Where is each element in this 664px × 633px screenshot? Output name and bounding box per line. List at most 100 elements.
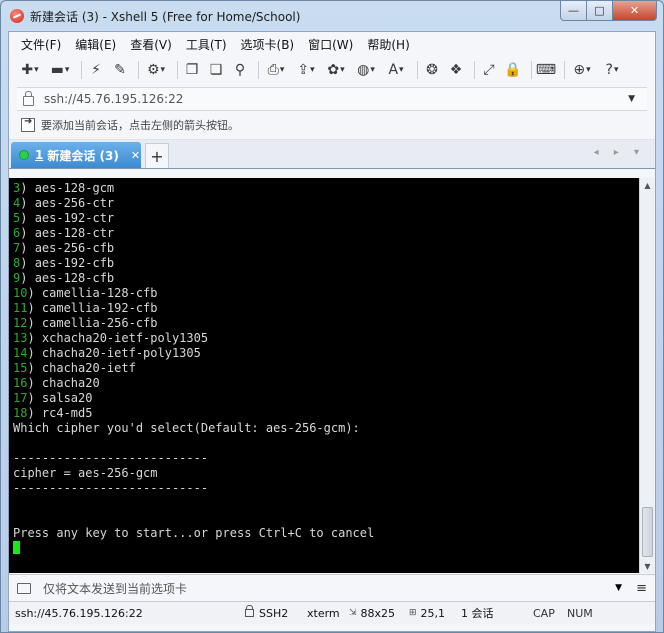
selected-cipher-line: cipher = aes-256-gcm [13,466,640,481]
compose-bar: 仅将文本发送到当前选项卡 ▼ ≡ [9,574,655,601]
menu-window[interactable]: 窗口(W) [308,36,353,53]
toolbar-divider [417,61,418,79]
terminal-lines: 3) aes-128-gcm 4) aes-256-ctr 5) aes-192-c… [9,178,640,556]
cipher-option-number: 6 [13,226,21,240]
cipher-option-name: chacha20-ietf-poly1305 [41,346,201,360]
lock-icon [23,91,34,106]
cipher-option-line: 4) aes-256-ctr [13,196,115,210]
minimize-button[interactable]: — [560,1,587,21]
fullscreen-icon[interactable]: ⤢ [479,60,499,80]
paste-icon[interactable]: ❏ [206,60,226,80]
scheme-icon[interactable]: ✿ [323,60,349,80]
cipher-option-number: 14 [13,346,28,360]
xagent-icon[interactable]: ❖ [446,60,466,80]
xshell-window: 新建会话 (3) - Xshell 5 (Free for Home/Schoo… [0,0,664,633]
disconnect-icon[interactable]: ✎ [110,60,130,80]
cipher-option-number: 11 [13,301,28,315]
cipher-option-line: 5) aes-192-ctr [13,211,115,225]
terminal-output[interactable]: 3) aes-128-gcm 4) aes-256-ctr 5) aes-192-c… [9,178,640,573]
cipher-option-name: chacha20 [41,376,100,390]
session-hint-bar: 要添加当前会话，点击左侧的箭头按钮。 [9,111,655,140]
address-bar[interactable]: ssh://45.76.195.126:22 ▼ [17,87,647,111]
title-bar[interactable]: 新建会话 (3) - Xshell 5 (Free for Home/Schoo… [1,1,663,31]
lock-screen-icon[interactable]: 🔒 [503,60,523,80]
cipher-option-name: chacha20-ietf [41,361,136,375]
menu-bar: 文件(F) 编辑(E) 查看(V) 工具(T) 选项卡(B) 窗口(W) 帮助(… [9,32,655,56]
cipher-option-number: 16 [13,376,28,390]
scrollbar-thumb[interactable] [642,507,653,557]
menu-view[interactable]: 查看(V) [130,36,172,53]
print-icon[interactable]: ⎙ [263,60,289,80]
add-tab-button[interactable]: + [145,143,169,168]
scroll-down-icon[interactable]: ▼ [640,559,655,573]
transfer-icon[interactable]: ⇪ [293,60,319,80]
chevron-down-icon[interactable]: ▼ [615,583,622,593]
properties-icon[interactable]: ⚙ [143,60,169,80]
cipher-option-name: aes-128-cfb [34,271,115,285]
cipher-option-line: 12) camellia-256-cfb [13,316,158,330]
cipher-option-number: 10 [13,286,28,300]
cipher-option-number: 3 [13,181,21,195]
cipher-option-number: 8 [13,256,21,270]
tab-number: 1 [35,148,44,162]
compose-input[interactable]: 仅将文本发送到当前选项卡 [43,580,615,597]
menu-file[interactable]: 文件(F) [21,36,61,53]
menu-help[interactable]: 帮助(H) [367,36,409,53]
address-input[interactable]: ssh://45.76.195.126:22 [44,92,628,106]
tab-navigation-icons[interactable]: ◂ ▸ ▾ [594,147,645,158]
tab-close-icon[interactable]: ✕ [131,149,140,162]
help-icon[interactable]: ? [599,60,625,80]
status-caps: CAP [533,606,555,620]
status-terminal-type: xterm [307,606,340,620]
terminal-scrollbar[interactable]: ▲ ▼ [639,178,655,573]
cipher-option-name: salsa20 [41,391,93,405]
reconnect-icon[interactable]: ⚡ [86,60,106,80]
add-session-arrow-icon[interactable] [21,116,35,132]
tab-bar: 1 新建会话 (3) ✕ + ◂ ▸ ▾ [9,140,655,169]
font-icon[interactable]: A [383,60,409,80]
menu-edit[interactable]: 编辑(E) [75,36,116,53]
find-icon[interactable]: ⚲ [230,60,250,80]
close-button[interactable]: ✕ [613,1,657,21]
press-key-line: Press any key to start...or press Ctrl+C… [13,526,640,541]
cipher-option-line: 7) aes-256-cfb [13,241,115,255]
compose-keyboard-icon [17,582,31,594]
tab-session-1[interactable]: 1 新建会话 (3) ✕ [11,142,141,168]
menu-tools[interactable]: 工具(T) [186,36,227,53]
cipher-option-line: 6) aes-128-ctr [13,226,115,240]
separator-line: --------------------------- [13,481,640,496]
maximize-button[interactable]: □ [587,1,613,21]
cipher-option-name: aes-256-cfb [34,241,115,255]
cipher-option-number: 12 [13,316,28,330]
copy-icon[interactable]: ❐ [182,60,202,80]
cipher-option-name: camellia-256-cfb [41,316,158,330]
xshell-logo-icon [10,9,24,23]
cipher-option-name: aes-128-gcm [34,181,115,195]
open-folder-icon[interactable]: ▬ [47,60,73,80]
xftp-icon[interactable]: ❂ [422,60,442,80]
status-cursor: ⊞ 25,1 [409,607,461,620]
cipher-option-line: 10) camellia-128-cfb [13,286,158,300]
new-tab-icon[interactable]: ⊕ [569,60,595,80]
separator-text: --------------------------- [13,451,209,465]
keyboard-icon[interactable]: ⌨ [536,60,556,80]
scroll-up-icon[interactable]: ▲ [640,178,655,192]
cipher-option-line: 14) chacha20-ietf-poly1305 [13,346,201,360]
tab-label: 新建会话 (3) [47,148,119,163]
chevron-down-icon[interactable]: ▼ [628,94,635,104]
cursor-line [13,541,640,556]
cipher-prompt-line: Which cipher you'd select(Default: aes-2… [13,421,640,436]
cipher-option-line: 3) aes-128-gcm [13,181,115,195]
new-session-icon[interactable]: ✚ [17,60,43,80]
cipher-option-name: camellia-192-cfb [41,301,158,315]
status-bar: ssh://45.76.195.126:22 SSH2 xterm ⇲ 88x2… [9,601,655,624]
menu-tabs[interactable]: 选项卡(B) [241,36,295,53]
cipher-option-number: 7 [13,241,21,255]
window-controls: — □ ✕ [560,1,657,21]
cipher-option-line: 18) rc4-md5 [13,406,93,420]
encoding-globe-icon[interactable]: ◍ [353,60,379,80]
toolbar-divider [531,61,532,79]
cipher-option-number: 17 [13,391,28,405]
compose-menu-icon[interactable]: ≡ [636,581,647,596]
